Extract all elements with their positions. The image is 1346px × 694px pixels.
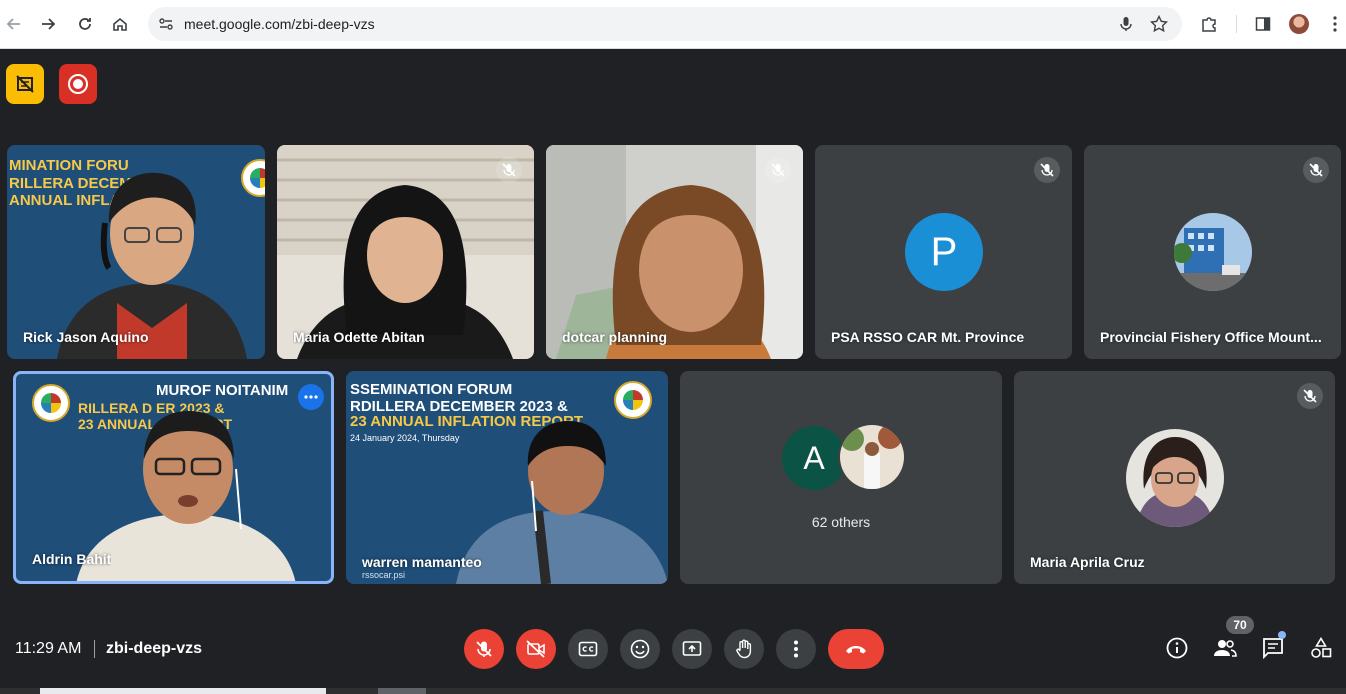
more-vert-icon [1333,16,1337,32]
others-count-label: 62 others [811,514,871,530]
participant-name: Provincial Fishery Office Mount... [1100,329,1322,345]
toolbar-divider [1236,15,1237,33]
participant-tile[interactable]: Maria Aprila Cruz [1014,371,1335,584]
toggle-microphone-button[interactable] [464,629,504,669]
more-horiz-icon [304,395,318,399]
participant-name: Rick Jason Aquino [23,329,149,345]
taskbar-window-item[interactable] [40,688,326,694]
videocam-off-icon [526,640,545,658]
participant-initial-avatar: A [782,426,846,490]
others-tile[interactable]: A 62 others [680,371,1002,584]
forward-arrow-icon [42,18,56,30]
participant-photo-avatar [838,423,906,491]
browser-toolbar: meet.google.com/zbi-deep-vzs [0,0,1346,49]
chat-button[interactable] [1261,636,1285,660]
participant-tile-active-speaker[interactable]: MUROF NOITANIM RILLERA D ER 2023 & 23 AN… [13,371,334,584]
people-icon [1214,640,1237,657]
reload-button[interactable] [73,12,97,36]
participant-photo-avatar [1174,213,1252,291]
participant-tile[interactable]: P PSA RSSO CAR Mt. Province [815,145,1072,359]
raise-hand-button[interactable] [724,629,764,669]
mic-off-icon [502,163,516,177]
url-text: meet.google.com/zbi-deep-vzs [184,16,375,32]
participant-name: warren mamanteo [362,554,482,570]
site-watermark: rssocar.psi [362,570,406,580]
participant-name: dotcar planning [562,329,667,345]
puzzle-icon [1202,17,1216,32]
extensions-button[interactable] [1197,12,1221,36]
psa-logo [32,384,70,422]
record-icon [68,74,88,94]
chat-unread-dot [1278,631,1286,639]
info-icon [1166,637,1188,659]
bookmark-star-icon[interactable] [1149,14,1169,34]
profile-avatar[interactable] [1289,14,1309,34]
participant-initial-avatar: P [905,213,983,291]
participant-name: Aldrin Bahit [32,551,112,567]
mic-off-icon [1309,163,1323,177]
divider [94,640,95,658]
reload-icon [79,18,91,30]
more-options-button[interactable] [776,629,816,669]
meeting-controls-bar: 11:29 AM zbi-deep-vzs [0,604,1346,694]
muted-indicator [1034,157,1060,183]
closed-captions-icon [578,641,598,657]
activities-shapes-icon [1311,637,1332,658]
microphone-icon[interactable] [1116,14,1136,34]
more-vert-icon [794,640,798,658]
captions-button[interactable] [568,629,608,669]
meeting-code: zbi-deep-vzs [106,640,203,657]
browser-menu-button[interactable] [1323,12,1346,36]
os-taskbar-edge [0,688,1346,694]
muted-indicator [1297,383,1323,409]
home-button[interactable] [108,12,132,36]
mic-off-icon [476,641,492,657]
address-bar[interactable]: meet.google.com/zbi-deep-vzs [148,7,1182,41]
participant-tile[interactable]: MINATION FORU RILLERA DECEM ANNUAL INFLA… [7,145,265,359]
forward-button[interactable] [36,12,60,36]
back-button[interactable] [2,12,26,36]
raise-hand-icon [736,639,752,659]
participant-photo-avatar [1126,429,1224,527]
present-screen-button[interactable] [672,629,712,669]
participant-name: PSA RSSO CAR Mt. Province [831,329,1025,345]
host-controls-indicator[interactable] [6,64,44,104]
participant-name: Maria Aprila Cruz [1030,554,1145,570]
muted-indicator [496,157,522,183]
participant-tile[interactable]: Maria Odette Abitan [277,145,534,359]
meeting-clock: 11:29 AM [15,640,82,657]
people-button[interactable] [1213,636,1237,660]
participant-video [277,145,534,359]
side-panel-icon [1255,17,1271,31]
mic-off-icon [771,163,785,177]
activities-button[interactable] [1309,636,1333,660]
leave-call-button[interactable] [828,629,884,669]
mic-off-icon [1040,163,1054,177]
participant-name: Maria Odette Abitan [293,329,425,345]
muted-indicator [765,157,791,183]
meeting-details-button[interactable] [1165,636,1189,660]
mic-off-icon [1303,389,1317,403]
side-panel-button[interactable] [1251,12,1275,36]
present-to-all-icon [682,641,702,656]
back-arrow-icon [6,18,20,30]
participant-video [456,421,668,584]
muted-indicator [1303,157,1329,183]
recording-indicator[interactable] [59,64,97,104]
tile-options-button[interactable] [298,384,324,410]
no-video-indicator-icon [16,75,34,93]
participant-video [546,145,803,359]
participant-tile[interactable]: SSEMINATION FORUM RDILLERA DECEMBER 2023… [346,371,668,584]
call-end-icon [846,646,866,654]
emoji-icon [630,639,650,659]
home-icon [113,17,127,31]
site-settings-icon[interactable] [156,14,176,34]
reactions-button[interactable] [620,629,660,669]
participant-count-badge: 70 [1226,616,1254,634]
participant-tile[interactable]: Provincial Fishery Office Mount... [1084,145,1341,359]
taskbar-window-item[interactable] [378,688,426,694]
chat-icon [1263,638,1283,659]
toggle-camera-button[interactable] [516,629,556,669]
participant-tile[interactable]: dotcar planning [546,145,803,359]
